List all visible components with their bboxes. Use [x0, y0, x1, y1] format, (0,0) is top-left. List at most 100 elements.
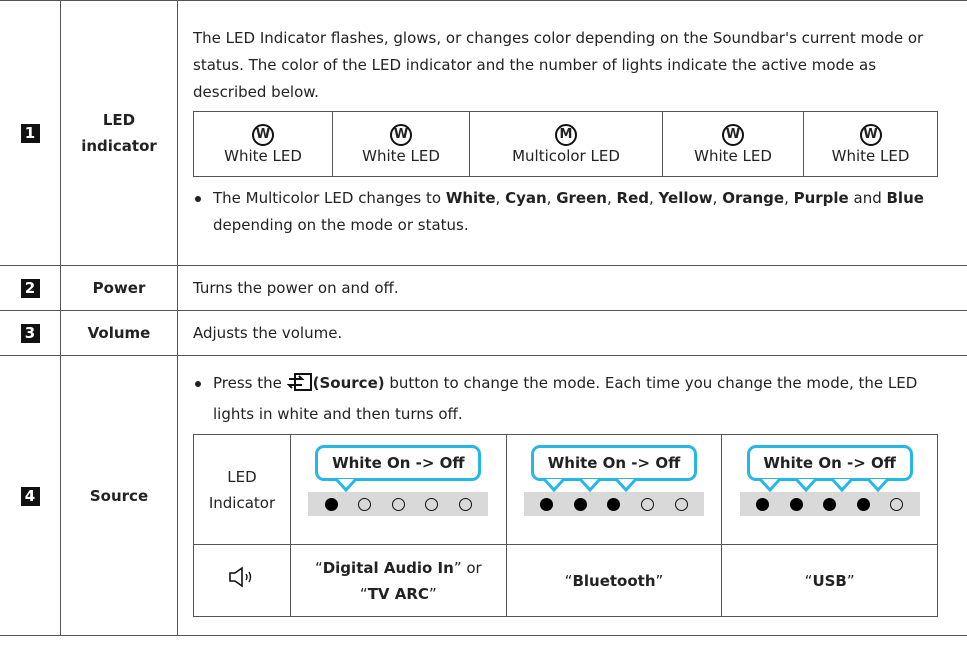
separator: , — [648, 189, 659, 207]
mode-name-cell: “Bluetooth” — [505, 544, 723, 617]
led-symbol: W — [252, 123, 274, 146]
part-name-cell: Volume — [60, 310, 178, 356]
separator: , — [606, 189, 617, 207]
status-callout: White On -> Off — [746, 445, 913, 493]
mode-name: Digital Audio In — [322, 558, 454, 577]
note-text: The Multicolor LED changes to — [213, 189, 446, 207]
part-name-cell: LED indicator — [60, 0, 178, 266]
color-name: Blue — [886, 189, 924, 207]
manual-page: 1 LED indicator The LED Indicator flashe… — [0, 0, 967, 659]
source-button-label: (Source) — [312, 374, 385, 392]
led-dot-on — [823, 497, 837, 511]
led-dot-on — [324, 497, 338, 511]
part-name-cell: Power — [60, 265, 178, 311]
source-mode-table: LED Indicator White On -> Off White On -… — [193, 434, 938, 617]
led-cell: W White LED — [662, 111, 804, 177]
led-symbol: M — [555, 123, 577, 146]
led-dot-off — [358, 497, 372, 511]
mode-name: TV ARC — [367, 584, 429, 603]
color-name: Cyan — [505, 189, 547, 207]
led-dot-off — [459, 497, 472, 511]
led-dot-on — [789, 497, 803, 511]
led-dot-on — [540, 497, 554, 511]
separator: , — [784, 189, 794, 207]
color-name: White — [445, 189, 496, 207]
callout-tails — [758, 479, 889, 493]
part-description-cell: Press the (Source) button to change the … — [177, 355, 967, 636]
led-label: White LED — [831, 146, 910, 165]
table-row: 2 Power Turns the power on and off. — [0, 265, 967, 311]
quote: ” — [453, 558, 462, 577]
part-name-cell: Source — [60, 355, 178, 636]
source-led-cell: White On -> Off — [505, 434, 723, 545]
led-symbol: W — [722, 123, 744, 146]
led-dot-off — [425, 497, 439, 511]
led-dot-on — [755, 497, 769, 511]
led-cell: W White LED — [332, 111, 470, 177]
part-description-cell: The LED Indicator flashes, glows, or cha… — [177, 0, 967, 266]
quote: “ — [359, 584, 368, 603]
mode-name-cell: “USB” — [721, 544, 938, 617]
led-indicator-label: Indicator — [208, 493, 276, 512]
led-indicator-label-cell: LED Indicator — [193, 434, 291, 545]
led-label: White LED — [224, 146, 302, 165]
parts-table: 1 LED indicator The LED Indicator flashe… — [0, 0, 967, 636]
table-row: 1 LED indicator The LED Indicator flashe… — [0, 0, 967, 266]
note-text: depending on the mode or status. — [213, 216, 469, 234]
speaker-voice-icon — [193, 544, 291, 617]
callout-tails — [335, 479, 358, 493]
led-dot-on — [607, 497, 621, 511]
color-name: Red — [616, 189, 649, 207]
row-number-cell: 1 — [0, 0, 61, 266]
led-label: Multicolor LED — [512, 146, 620, 165]
status-callout: White On -> Off — [315, 445, 482, 493]
row-number-badge: 3 — [20, 324, 40, 343]
color-name: Green — [556, 189, 607, 207]
table-row: 4 Source Press the (Source) button to ch… — [0, 355, 967, 636]
part-description-cell: Adjusts the volume. — [177, 310, 967, 356]
color-name: Purple — [793, 189, 849, 207]
led-symbol: W — [859, 123, 882, 146]
quote: ” — [428, 584, 437, 603]
led-dot-off — [391, 497, 405, 511]
source-led-cell: White On -> Off — [721, 434, 938, 545]
separator: and — [848, 189, 887, 207]
led-cell: W White LED — [193, 111, 333, 177]
led-dot-off — [890, 497, 904, 511]
row-number-badge: 4 — [20, 486, 40, 506]
callout-text: White On -> Off — [332, 454, 465, 472]
led-symbol: W — [390, 123, 412, 146]
or-text: or — [461, 558, 482, 577]
callout-tails — [542, 479, 638, 493]
row-number-cell: 4 — [0, 355, 61, 636]
source-input-icon — [286, 372, 313, 401]
row-number-badge: 2 — [20, 279, 40, 298]
multicolor-note: The Multicolor LED changes to White, Cya… — [193, 185, 933, 239]
source-instruction: Press the (Source) button to change the … — [193, 370, 943, 428]
row-number-badge: 1 — [20, 124, 40, 143]
led-types-table: W White LED W White LED M Multicolor LED… — [193, 111, 938, 177]
led-dot-on — [856, 497, 870, 511]
instruction-text: Press the — [213, 374, 287, 392]
led-cell: M Multicolor LED — [469, 111, 663, 177]
separator: , — [495, 189, 506, 207]
quote: “ — [314, 558, 323, 577]
color-name: Orange — [722, 189, 785, 207]
status-callout: White On -> Off — [530, 445, 697, 493]
part-name-line: indicator — [81, 137, 157, 155]
row-number-cell: 3 — [0, 310, 61, 356]
led-cell: W White LED — [803, 111, 938, 177]
led-dot-on — [573, 497, 587, 511]
source-led-cell: White On -> Off — [290, 434, 507, 545]
callout-text: White On -> Off — [547, 454, 681, 472]
row-number-cell: 2 — [0, 265, 61, 311]
mode-name: USB — [812, 571, 847, 590]
part-description-cell: Turns the power on and off. — [177, 265, 967, 311]
separator: , — [546, 189, 557, 207]
led-dot-off — [641, 497, 655, 511]
quote: ” — [846, 571, 855, 590]
led-label: White LED — [694, 146, 772, 165]
led-intro-text: The LED Indicator flashes, glows, or cha… — [193, 29, 924, 101]
separator: , — [712, 189, 723, 207]
mode-name: Bluetooth — [572, 571, 656, 590]
